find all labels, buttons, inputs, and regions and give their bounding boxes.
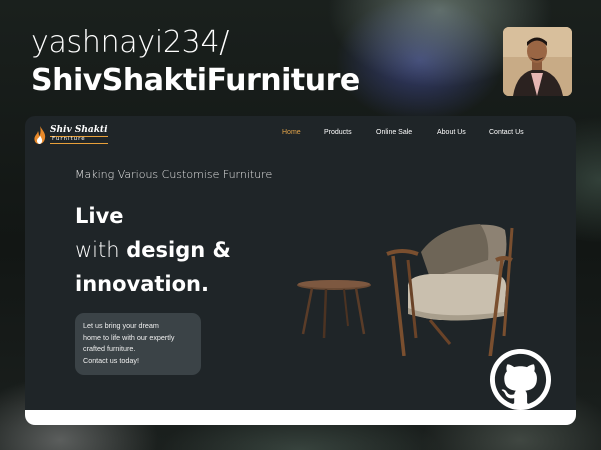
nav-online-sale[interactable]: Online Sale: [376, 129, 412, 136]
cta-line: Contact us today!: [83, 355, 139, 365]
avatar-image: [503, 27, 572, 96]
repo-owner[interactable]: yashnayi234/: [31, 24, 360, 62]
cta-line: Let us bring your dream: [83, 321, 159, 330]
nav-products[interactable]: Products: [324, 129, 352, 136]
nav-contact-us[interactable]: Contact Us: [489, 129, 524, 136]
avatar[interactable]: [503, 27, 572, 96]
furniture-image: [297, 224, 514, 356]
hero-tagline: Making Various Customise Furniture: [75, 168, 273, 181]
page-bottom-bar: [25, 410, 576, 425]
cta-line: home to life with our expertly: [83, 332, 175, 342]
nav-home[interactable]: Home: [282, 129, 301, 136]
nav-links: Home Products Online Sale About Us Conta…: [25, 129, 576, 141]
site-navbar: Shiv Shakti Furniture Home Products Onli…: [25, 116, 576, 150]
repo-title: yashnayi234/ ShivShaktiFurniture: [31, 24, 360, 100]
hero-headline: Live with design & innovation.: [75, 199, 231, 301]
nav-about-us[interactable]: About Us: [437, 129, 466, 136]
headline-line-2-bold: design &: [126, 238, 231, 262]
cta-line: crafted furniture.: [83, 344, 136, 353]
cta-box: Let us bring your dream home to life wit…: [75, 313, 201, 375]
headline-line-1: Live: [75, 204, 124, 228]
repo-name[interactable]: ShivShaktiFurniture: [31, 62, 360, 100]
headline-line-3: innovation.: [75, 272, 209, 296]
headline-line-2-light: with: [75, 238, 127, 262]
github-icon[interactable]: [489, 348, 552, 411]
